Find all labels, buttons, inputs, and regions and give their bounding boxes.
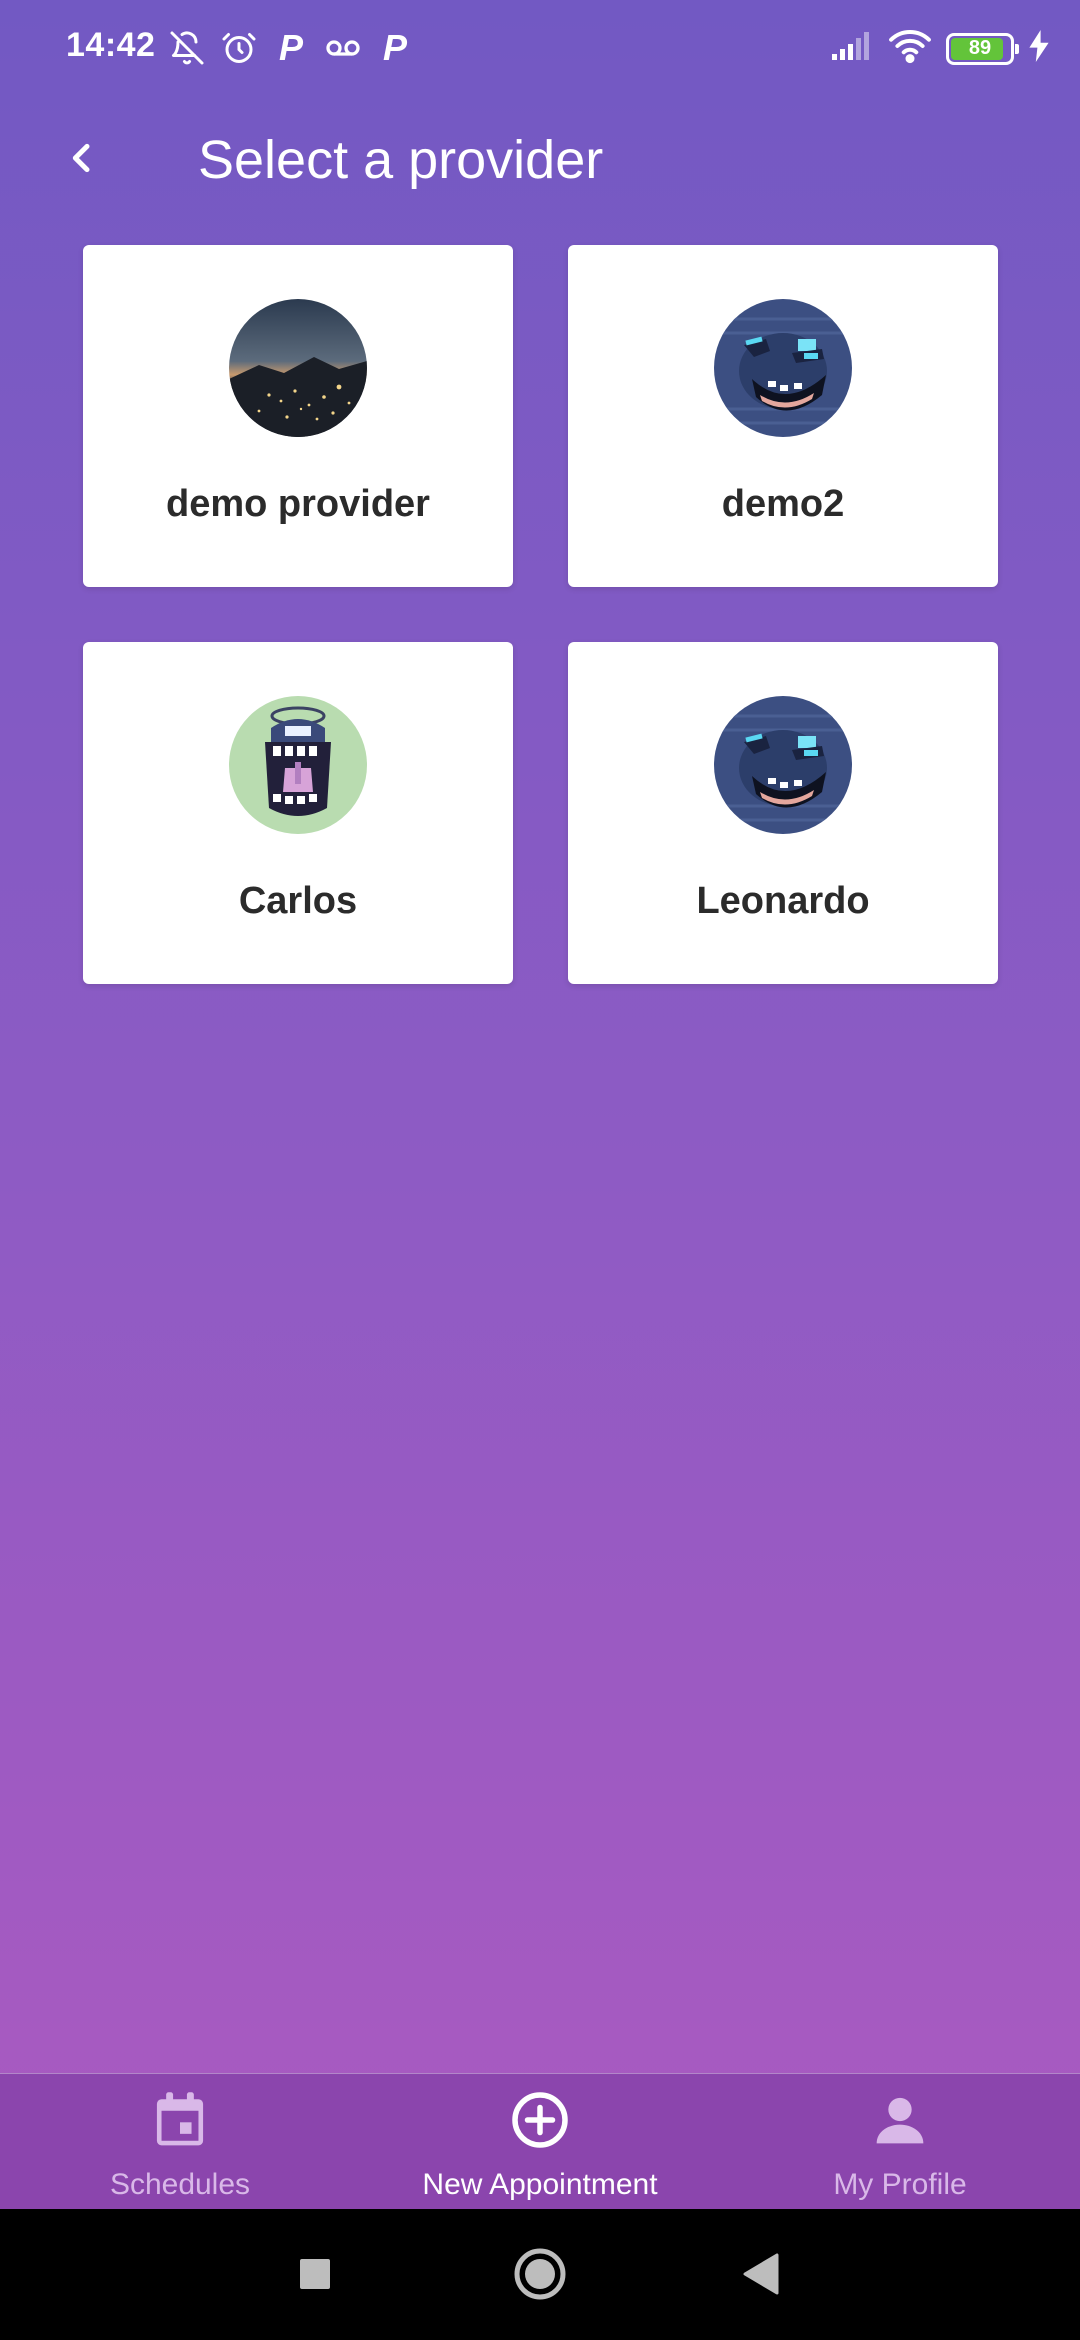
provider-name: Carlos [238, 880, 358, 922]
status-time: 14:42 [66, 26, 156, 64]
wifi-icon [888, 28, 932, 69]
chevron-left-icon [72, 143, 90, 173]
provider-card[interactable]: Carlos [83, 642, 513, 984]
provider-avatar [229, 696, 367, 834]
battery-level: 89 [968, 37, 992, 59]
cellular-signal-icon [830, 30, 874, 67]
app-screen: 14:42 P P 89 Select a provider demo prov… [0, 0, 1080, 2340]
provider-card[interactable]: Leonardo [568, 642, 998, 984]
system-nav-bar [0, 2209, 1080, 2340]
mute-bell-icon [168, 28, 206, 68]
battery-cap [1015, 43, 1019, 54]
charging-bolt-icon [1028, 30, 1050, 67]
provider-card[interactable]: demo provider [83, 245, 513, 587]
page-title: Select a provider [198, 130, 604, 190]
provider-avatar [714, 299, 852, 437]
back-triangle-icon[interactable] [728, 2241, 794, 2307]
provider-card[interactable]: demo2 [568, 245, 998, 587]
recents-square-icon[interactable] [282, 2241, 348, 2307]
alarm-icon [220, 28, 258, 68]
provider-name: Leonardo [696, 880, 870, 922]
parking-p-icon: P [278, 27, 303, 68]
home-circle-icon[interactable] [507, 2241, 573, 2307]
bottom-nav: Schedules New Appointment My Profile [0, 2073, 1080, 2210]
provider-avatar [229, 299, 367, 437]
calendar-icon [148, 2088, 212, 2152]
nav-label-my-profile: My Profile [833, 2168, 967, 2201]
parking-p-icon: P [382, 27, 407, 68]
nav-item-new-appointment[interactable]: New Appointment [360, 2074, 720, 2210]
provider-name: demo2 [721, 483, 845, 525]
nav-label-schedules: Schedules [109, 2168, 251, 2201]
nav-item-schedules[interactable]: Schedules [0, 2074, 360, 2210]
plus-circle-icon [508, 2088, 572, 2152]
provider-grid: demo provider demo2 Carlos Leonardo [83, 245, 998, 984]
person-icon [868, 2088, 932, 2152]
status-bar: 14:42 P P 89 [0, 0, 1080, 100]
nav-label-new-appointment: New Appointment [422, 2168, 658, 2201]
provider-avatar [714, 696, 852, 834]
battery-icon: 89 [946, 32, 1019, 65]
back-button[interactable] [58, 130, 106, 186]
status-icons-right: 89 [830, 28, 1050, 69]
voicemail-icon [324, 28, 362, 68]
status-icons-left: P P [168, 28, 414, 68]
nav-item-my-profile[interactable]: My Profile [720, 2074, 1080, 2210]
provider-name: demo provider [166, 483, 430, 525]
